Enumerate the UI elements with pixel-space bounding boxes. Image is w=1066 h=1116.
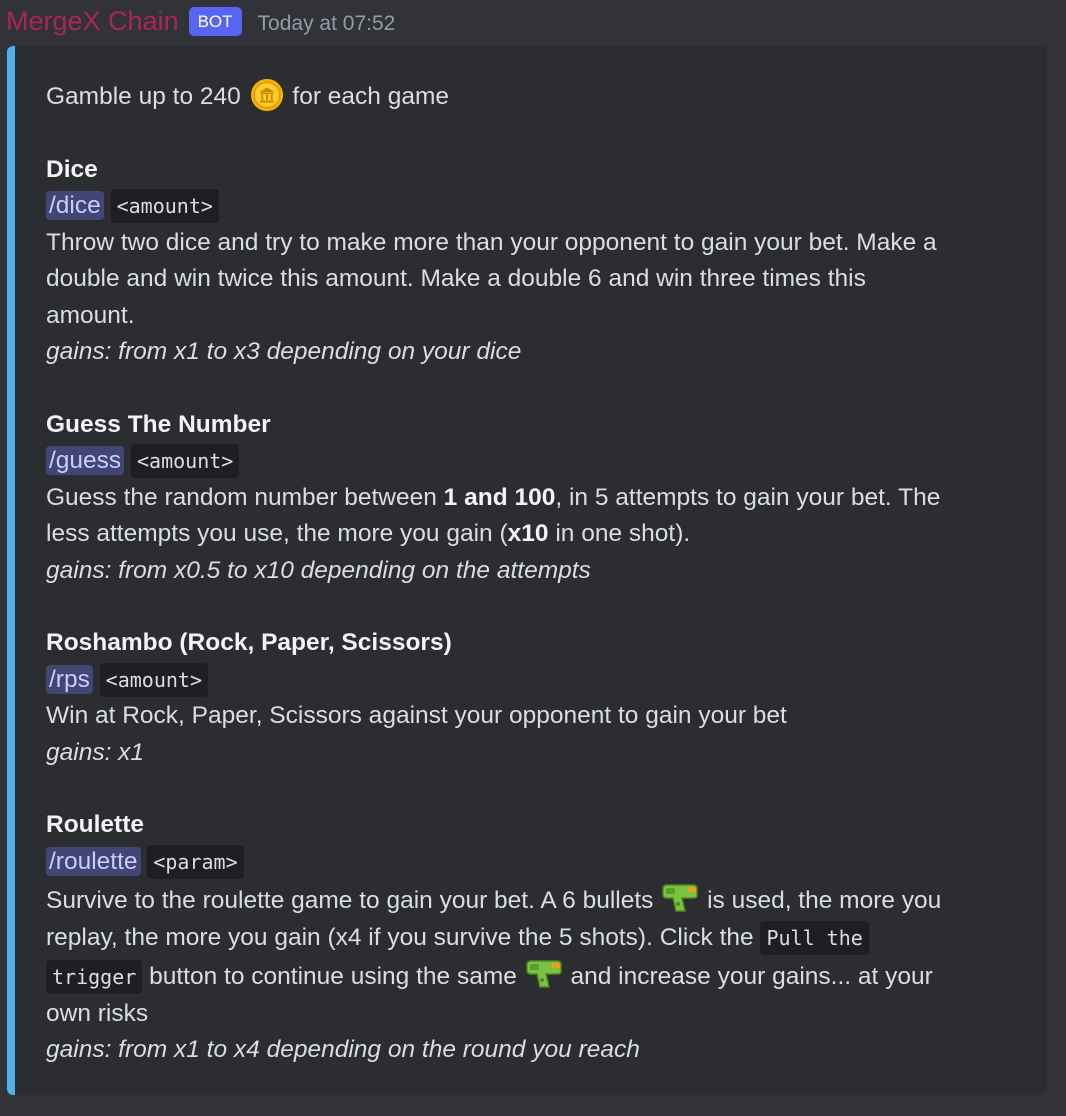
dice-title: Dice — [46, 155, 98, 183]
guess-desc-text: in one shot). — [548, 520, 691, 547]
pull-trigger-code-1: Pull the — [760, 920, 869, 955]
roulette-desc-text: Survive to the roulette game to gain you… — [46, 887, 654, 914]
intro-line: Gamble up to 240 for each game — [46, 78, 1036, 116]
roulette-desc-2: replay, the more you gain (x4 if you sur… — [46, 920, 1036, 957]
roulette-desc-text: is used, the more you — [707, 887, 942, 914]
dice-command-line: /dice <amount> — [46, 188, 1036, 225]
guess-desc-1: Guess the random number between 1 and 10… — [46, 480, 1036, 517]
guess-range: 1 and 100 — [443, 483, 556, 511]
guess-gains: gains: from x0.5 to x10 depending on the… — [46, 556, 591, 584]
dice-desc-1: Throw two dice and try to make more than… — [46, 228, 937, 256]
roulette-desc-text: replay, the more you gain (x4 if you sur… — [46, 923, 754, 951]
guess-desc-2: less attempts you use, the more you gain… — [46, 516, 1036, 553]
intro-text: Gamble up to 240 — [46, 83, 241, 110]
roulette-command-line: /roulette <param> — [46, 844, 1036, 881]
rps-gains: gains: x1 — [46, 738, 145, 766]
rps-title: Roshambo (Rock, Paper, Scissors) — [46, 629, 452, 656]
guess-command-line: /guess <amount> — [46, 443, 1036, 480]
message-header: MergeX Chain BOT Today at 07:52 — [6, 0, 395, 44]
roulette-desc-4: own risks — [46, 999, 149, 1027]
guess-title: Guess The Number — [46, 410, 271, 438]
guess-max-mult: x10 — [507, 520, 549, 547]
author-name[interactable]: MergeX Chain — [6, 0, 179, 43]
roulette-desc-3: trigger button to continue using the sam… — [46, 956, 1036, 996]
rps-param: <amount> — [99, 662, 208, 697]
roulette-desc-1: Survive to the roulette game to gain you… — [46, 880, 1036, 920]
intro-text-end: for each game — [292, 83, 450, 110]
water-pistol-icon — [525, 960, 562, 988]
embed-description: Gamble up to 240 for each game Dice /dic… — [46, 78, 1036, 1069]
roulette-desc-text: and increase your gains... at your — [570, 963, 933, 990]
roulette-gains: gains: from x1 to x4 depending on the ro… — [46, 1036, 640, 1063]
bot-badge: BOT — [188, 6, 242, 36]
dice-desc-3: amount. — [46, 301, 135, 329]
roulette-title: Roulette — [46, 811, 144, 838]
coin-icon — [250, 78, 283, 112]
roulette-desc-text: button to continue using the same — [149, 963, 517, 990]
pull-trigger-code-2: trigger — [46, 960, 143, 994]
roulette-param: <param> — [147, 844, 244, 879]
rps-desc: Win at Rock, Paper, Scissors against you… — [46, 702, 787, 729]
rps-command[interactable]: /rps — [46, 664, 93, 694]
roulette-command[interactable]: /roulette — [46, 846, 141, 876]
dice-param: <amount> — [110, 189, 219, 223]
dice-gains: gains: from x1 to x3 depending on your d… — [46, 338, 522, 365]
water-pistol-icon — [662, 884, 698, 912]
guess-param: <amount> — [131, 444, 240, 478]
dice-command[interactable]: /dice — [46, 191, 104, 220]
guess-command[interactable]: /guess — [46, 446, 125, 475]
rps-command-line: /rps <amount> — [46, 662, 1036, 699]
embed-card: Gamble up to 240 for each game Dice /dic… — [7, 46, 1047, 1095]
guess-desc-text: , in 5 attempts to gain your bet. The — [555, 483, 941, 511]
message-timestamp[interactable]: Today at 07:52 — [258, 12, 396, 36]
guess-desc-text: less attempts you use, the more you gain… — [46, 520, 508, 547]
dice-desc-2: double and win twice this amount. Make a… — [46, 265, 866, 292]
guess-desc-text: Guess the random number between — [46, 483, 444, 511]
